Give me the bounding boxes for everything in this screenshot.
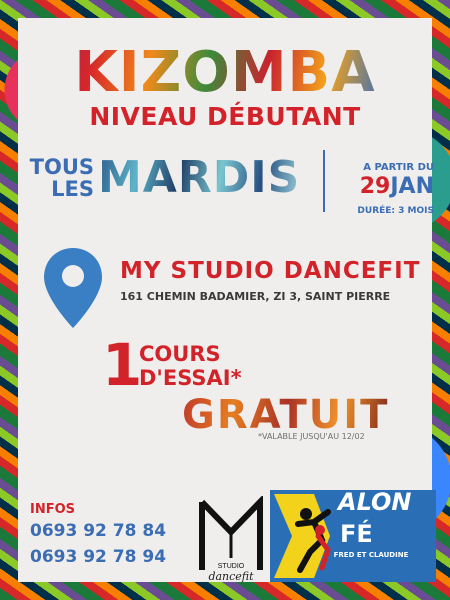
studio-address: 161 CHEMIN BADAMIER, ZI 3, SAINT PIERRE [120,290,391,303]
schedule-divider [323,150,325,212]
studio-name: MY STUDIO DANCEFIT [120,258,421,284]
duration: DURÉE: 3 MOIS [357,206,434,216]
start-label: A PARTIR DU [363,162,434,173]
schedule-les: LES [51,177,94,201]
studio-dancefit-logo: STUDIO [199,496,263,570]
schedule-tous: TOUS [29,155,94,179]
offer-line1: COURS [139,342,221,366]
alon-line1: ALON [338,488,412,516]
location-pin-icon [44,248,102,328]
studio-script-label: dancefit [208,570,254,583]
poster-subtitle: NIVEAU DÉBUTANT [89,102,361,131]
phone-2[interactable]: 0693 92 78 94 [30,547,166,567]
phone-1[interactable]: 0693 92 78 84 [30,521,166,541]
schedule-day: MARDIS [98,152,301,203]
poster-title: KIZOMBA [18,40,432,105]
schedule-prefix: TOUS LES [24,156,94,200]
alon-subtitle: FRED ET CLAUDINE [333,551,409,559]
offer-note: *VALABLE JUSQU'AU 12/02 [258,432,365,441]
alon-line2: FÉ [340,520,373,548]
start-month: JAN [390,174,434,199]
offer-line2: D'ESSAI* [139,366,242,390]
start-day: 29 [359,174,391,199]
start-date: 29JAN [330,174,434,199]
infos-label: INFOS [30,502,76,517]
offer-number: 1 [102,331,143,399]
studio-small-label: STUDIO [218,563,245,570]
